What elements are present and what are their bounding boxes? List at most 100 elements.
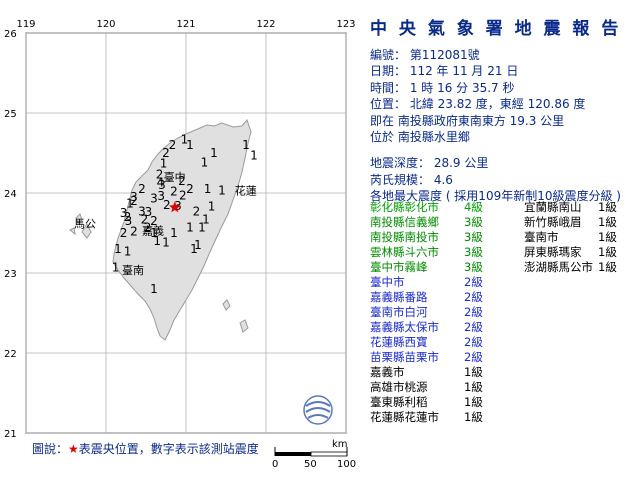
station-name: 花蓮縣花蓮市 [370,410,439,424]
station-intensity: 2 [124,210,132,224]
station-intensity: 1 [198,220,206,234]
lon-tick-label: 120 [96,19,115,30]
station-level: 4級 [464,200,483,214]
scale-label-0: 0 [272,459,278,470]
station-intensity: 2 [163,198,171,212]
intensity-row: 花蓮縣西寶 2級 [370,335,520,350]
station-name: 彰化縣彰化市 [370,200,439,214]
city-label: 馬公 [74,217,96,230]
station-level: 1級 [464,380,483,394]
station-level: 1級 [598,230,617,244]
intensity-row: 彰化縣彰化市 4級 [370,200,520,215]
station-level: 2級 [464,275,483,289]
station-level: 2級 [464,320,483,334]
station-name: 南投縣信義鄉 [370,215,439,229]
station-intensity: 3 [150,192,158,206]
lon-tick-label: 123 [336,19,355,30]
earthquake-report: 中 央 氣 象 署 地 震 報 告 編號： 第112081號 日期： 112 年… [364,14,636,205]
station-name: 屏東縣瑪家 [524,245,582,259]
station-level: 1級 [464,410,483,424]
station-level: 1級 [464,395,483,409]
lat-tick-label: 21 [4,429,17,440]
station-intensity: 1 [186,220,194,234]
intensity-row: 花蓮縣花蓮市 1級 [370,410,520,425]
station-name: 臺中市霧峰 [370,260,428,274]
station-name: 澎湖縣馬公市 [524,260,593,274]
station-level: 2級 [464,335,483,349]
station-intensity: 1 [160,156,168,170]
cwa-logo [303,395,333,425]
station-level: 3級 [464,260,483,274]
lat-tick-label: 24 [4,189,17,200]
intensity-column-left: 彰化縣彰化市 4級 南投縣信義鄉 3級 南投縣南投市 3級 雲林縣斗六市 3級 臺中市霧峰 3級臺… [370,200,520,425]
intensity-list: 彰化縣彰化市 4級 南投縣信義鄉 3級 南投縣南投市 3級 雲林縣斗六市 3級 臺中市霧峰 3級臺… [370,200,632,432]
intensity-row: 臺東縣利稻 1級 [370,395,520,410]
station-intensity: 1 [150,226,158,240]
intensity-row: 澎湖縣馬公市 1級 [524,260,632,275]
intensity-row: 臺南市白河 2級 [370,305,520,320]
station-name: 臺中市 [370,275,405,289]
station-intensity: 1 [218,184,226,198]
intensity-row: 高雄市桃源 1級 [370,380,520,395]
report-depth: 地震深度： 28.9 公里 [370,156,489,171]
station-name: 新竹縣峨眉 [524,215,582,229]
scale-bar: km 0 50 100 [272,439,356,470]
lon-tick-label: 122 [256,19,275,30]
intensity-row: 宜蘭縣南山 1級 [524,200,632,215]
scale-label-50: 50 [304,459,317,470]
station-intensity: 2 [193,204,201,218]
legend-prefix: 圖說： [32,442,69,456]
intensity-row: 嘉義縣番路 2級 [370,290,520,305]
station-name: 宜蘭縣南山 [524,200,582,214]
station-intensity: 2 [178,174,186,188]
scale-label-100: 100 [337,459,356,470]
station-name: 嘉義市 [370,365,405,379]
station-intensity: 1 [124,244,132,258]
lat-tick-label: 23 [4,269,17,280]
station-intensity: 1 [250,148,258,162]
station-level: 3級 [464,230,483,244]
station-intensity: 1 [112,260,120,274]
station-intensity: 1 [201,156,209,170]
intensity-row: 臺南市 1級 [524,230,632,245]
lat-tick-label: 25 [4,109,17,120]
report-date: 日期： 112 年 11 月 21 日 [370,64,519,79]
city-label: 花蓮 [235,184,257,198]
lat-tick-label: 22 [4,349,17,360]
intensity-row: 臺中市 2級 [370,275,520,290]
station-level: 3級 [464,245,483,259]
lon-tick-label: 121 [176,19,195,30]
station-intensity: 1 [210,146,218,160]
report-position: 位置： 北緯 23.82 度，東經 120.86 度 [370,97,586,112]
lon-tick-label: 119 [16,19,35,30]
station-intensity: 2 [138,182,146,196]
station-level: 2級 [464,305,483,319]
legend-star-icon: ★ [68,442,79,456]
station-intensity: 2 [130,224,138,238]
station-intensity: 1 [242,138,250,152]
station-level: 2級 [464,350,483,364]
report-relative-position: 即在 南投縣政府東南東方 19.3 公里 [370,113,565,128]
station-name: 臺東縣利稻 [370,395,428,409]
report-location: 位於 南投縣水里鄉 [370,130,470,145]
intensity-row: 苗栗縣苗栗市 2級 [370,350,520,365]
station-name: 嘉義縣太保市 [370,320,439,334]
station-intensity: 1 [190,242,198,256]
station-intensity: 1 [204,182,212,196]
intensity-row: 雲林縣斗六市 3級 [370,245,520,260]
station-level: 1級 [598,260,617,274]
station-level: 1級 [598,215,617,229]
station-level: 1級 [598,200,617,214]
intensity-row: 屏東縣瑪家 1級 [524,245,632,260]
station-intensity: 2 [170,184,178,198]
report-magnitude: 芮氏規模： 4.6 [370,172,453,187]
station-intensity: 1 [150,282,158,296]
map-legend: 圖說：★表震央位置，數字表示該測站震度 [32,440,259,457]
intensity-row: 新竹縣峨眉 1級 [524,215,632,230]
city-label: 臺南 [122,263,144,277]
station-intensity: 2 [186,182,194,196]
station-name: 臺南市白河 [370,305,428,319]
report-title: 中 央 氣 象 署 地 震 報 告 [370,19,622,39]
station-name: 高雄市桃源 [370,380,428,394]
intensity-row: 南投縣南投市 3級 [370,230,520,245]
